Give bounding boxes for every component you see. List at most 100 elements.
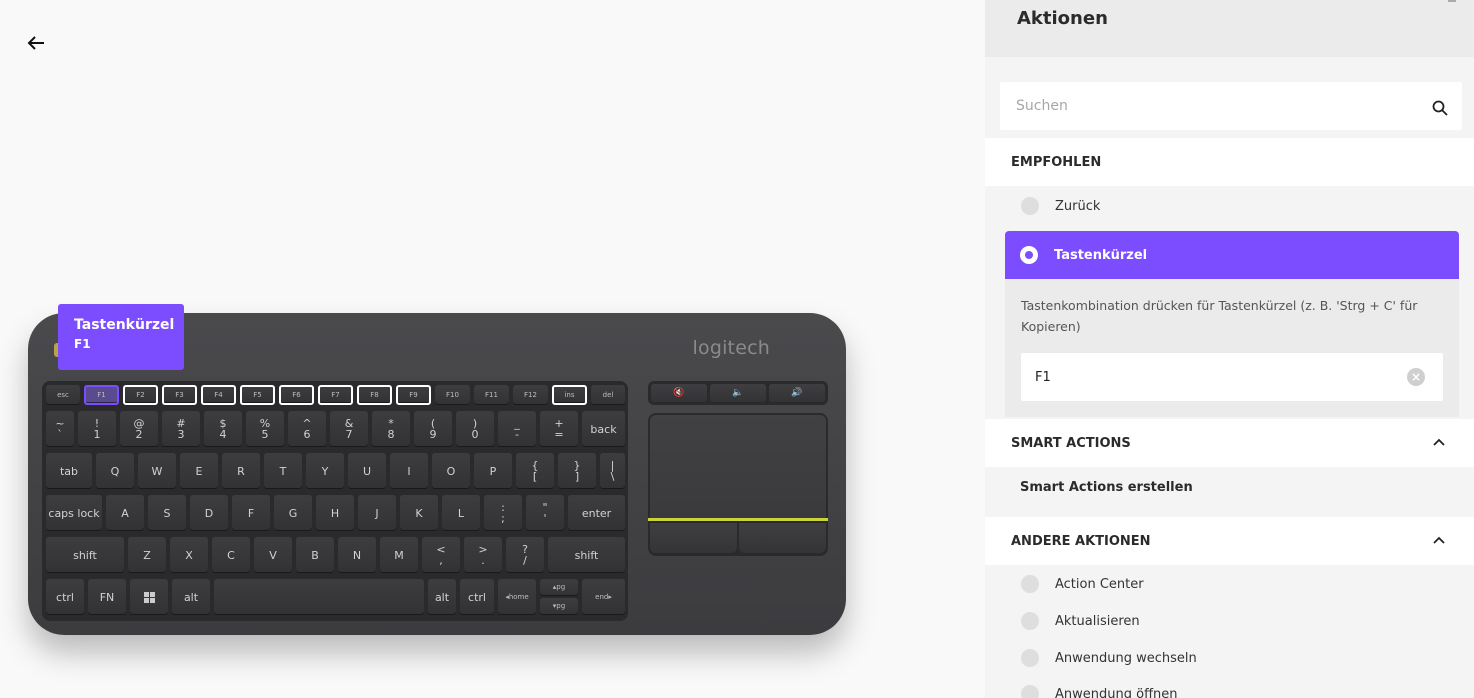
key-x[interactable]: X [170, 537, 208, 573]
key-f9[interactable]: F9 [396, 385, 431, 405]
key-f12[interactable]: F12 [513, 385, 548, 405]
key-rbracket[interactable]: }] [558, 453, 596, 489]
key-fn[interactable]: FN [88, 579, 126, 615]
key-u[interactable]: U [348, 453, 386, 489]
key-caps-lock[interactable]: caps lock [46, 495, 102, 531]
section-smart-actions[interactable]: SMART ACTIONS [985, 419, 1474, 467]
key-j[interactable]: J [358, 495, 396, 531]
radio-button-selected[interactable] [1020, 246, 1038, 264]
key-backspace[interactable]: back [582, 411, 625, 447]
key-home[interactable]: ◂home [498, 579, 536, 615]
key-quote[interactable]: " ' [526, 495, 564, 531]
key-z[interactable]: Z [128, 537, 166, 573]
key-y[interactable]: Y [306, 453, 344, 489]
key-tab[interactable]: tab [46, 453, 92, 489]
radio-button[interactable] [1021, 685, 1039, 698]
key-q[interactable]: Q [96, 453, 134, 489]
key-5[interactable]: % 5 [246, 411, 284, 447]
key-page-up[interactable]: ▴pg [540, 579, 578, 596]
touchpad-left-button[interactable] [650, 523, 737, 553]
key-f7[interactable]: F7 [318, 385, 353, 405]
volume-up-key[interactable]: 🔊 [769, 384, 825, 402]
action-option-action-center[interactable]: Action Center [1021, 572, 1144, 596]
clear-icon[interactable]: × [1407, 368, 1425, 386]
volume-down-key[interactable]: 🔈 [710, 384, 766, 402]
key-e[interactable]: E [180, 453, 218, 489]
key-h[interactable]: H [316, 495, 354, 531]
key-o[interactable]: O [432, 453, 470, 489]
key-b[interactable]: B [296, 537, 334, 573]
key-p[interactable]: P [474, 453, 512, 489]
key-f8[interactable]: F8 [357, 385, 392, 405]
shortcut-input[interactable]: F1 × [1021, 353, 1443, 401]
back-button[interactable] [24, 31, 48, 55]
key-esc[interactable]: esc [46, 385, 80, 405]
key-m[interactable]: M [380, 537, 418, 573]
key-f5[interactable]: F5 [240, 385, 275, 405]
action-option-anwendung-wechseln[interactable]: Anwendung wechseln [1021, 646, 1197, 670]
key-f10[interactable]: F10 [435, 385, 470, 405]
key-g[interactable]: G [274, 495, 312, 531]
key-v[interactable]: V [254, 537, 292, 573]
key-9[interactable]: (9 [414, 411, 452, 447]
search-input[interactable] [1000, 82, 1400, 130]
radio-button[interactable] [1021, 197, 1039, 215]
action-option-aktualisieren[interactable]: Aktualisieren [1021, 609, 1140, 633]
key-1[interactable]: ! 1 [78, 411, 116, 447]
key-f6[interactable]: F6 [279, 385, 314, 405]
key-w[interactable]: W [138, 453, 176, 489]
key-backslash[interactable]: | \ [600, 453, 625, 489]
key-4[interactable]: $4 [204, 411, 242, 447]
key-f[interactable]: F [232, 495, 270, 531]
search-icon[interactable] [1432, 100, 1448, 116]
key-7[interactable]: & 7 [330, 411, 368, 447]
chevron-up-icon[interactable] [1432, 534, 1446, 548]
action-option-anwendung-oeffnen[interactable]: Anwendung öffnen [1021, 682, 1178, 698]
key-r[interactable]: R [222, 453, 260, 489]
key-equals[interactable]: + = [540, 411, 578, 447]
key-ctrl-left[interactable]: ctrl [46, 579, 84, 615]
key-0[interactable]: ) 0 [456, 411, 494, 447]
action-option-tastenkuerzel[interactable]: Tastenkürzel [1005, 231, 1459, 279]
key-n[interactable]: N [338, 537, 376, 573]
touchpad-right-button[interactable] [739, 523, 826, 553]
action-option-zurueck[interactable]: Zurück [1021, 194, 1100, 218]
create-smart-actions-link[interactable]: Smart Actions erstellen [985, 467, 1474, 507]
key-k[interactable]: K [400, 495, 438, 531]
key-lbracket[interactable]: {[ [516, 453, 554, 489]
key-ins[interactable]: ins [552, 385, 587, 405]
key-d[interactable]: D [190, 495, 228, 531]
key-f3[interactable]: F3 [162, 385, 197, 405]
chevron-up-icon[interactable] [1432, 436, 1446, 450]
key-c[interactable]: C [212, 537, 250, 573]
key-f1[interactable]: F1 [84, 385, 119, 405]
minimize-icon[interactable] [1448, 0, 1456, 2]
key-f11[interactable]: F11 [474, 385, 509, 405]
radio-button[interactable] [1021, 649, 1039, 667]
key-l[interactable]: L [442, 495, 480, 531]
key-ctrl-right[interactable]: ctrl [460, 579, 494, 615]
key-6[interactable]: ^ 6 [288, 411, 326, 447]
section-other-actions[interactable]: ANDERE AKTIONEN [985, 517, 1474, 565]
radio-button[interactable] [1021, 575, 1039, 593]
key-i[interactable]: I [390, 453, 428, 489]
key-a[interactable]: A [106, 495, 144, 531]
key-alt-right[interactable]: alt [428, 579, 456, 615]
key-comma[interactable]: <, [422, 537, 460, 573]
key-windows[interactable] [130, 579, 168, 615]
key-slash[interactable]: ? / [506, 537, 544, 573]
key-shift-left[interactable]: shift [46, 537, 124, 573]
key-grave[interactable]: ~ ` [46, 411, 74, 447]
key-minus[interactable]: _ - [498, 411, 536, 447]
key-3[interactable]: #3 [162, 411, 200, 447]
key-page-down[interactable]: ▾pg [540, 598, 578, 615]
key-shift-right[interactable]: shift [548, 537, 625, 573]
key-alt-left[interactable]: alt [172, 579, 210, 615]
mute-key[interactable]: 🔇 [651, 384, 707, 402]
key-end[interactable]: end▸ [582, 579, 625, 615]
key-8[interactable]: * 8 [372, 411, 410, 447]
key-semicolon[interactable]: :; [484, 495, 522, 531]
key-period[interactable]: >. [464, 537, 502, 573]
key-s[interactable]: S [148, 495, 186, 531]
radio-button[interactable] [1021, 612, 1039, 630]
